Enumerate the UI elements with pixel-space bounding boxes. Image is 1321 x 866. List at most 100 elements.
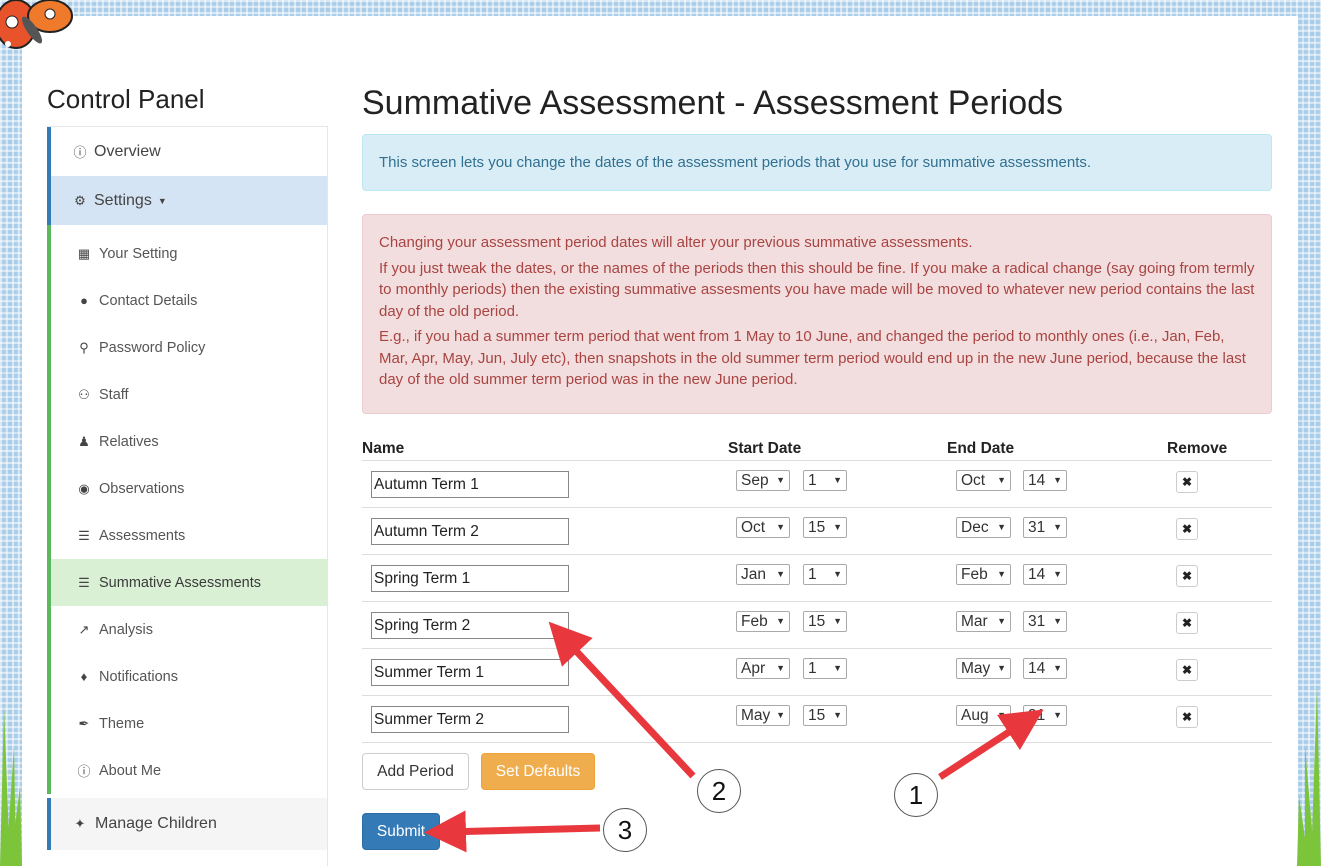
list-icon: ☰	[78, 574, 90, 590]
caret-down-icon: ▼	[776, 663, 785, 673]
sidebar-item-label: Summative Assessments	[99, 574, 261, 591]
close-icon: ✖	[1181, 663, 1193, 677]
submit-button[interactable]: Submit	[362, 813, 440, 850]
chart-icon: ↗	[78, 621, 90, 637]
start-day-select[interactable]: 15 ▼	[803, 705, 847, 726]
start-month-select[interactable]: Sep ▼	[736, 470, 790, 491]
end-month-select[interactable]: Aug ▼	[956, 705, 1011, 726]
caret-down-icon: ▼	[1053, 710, 1062, 720]
select-value: 1	[808, 472, 817, 489]
select-value: Oct	[741, 519, 766, 536]
caret-down-icon: ▼	[157, 195, 167, 206]
end-month-select[interactable]: Mar ▼	[956, 611, 1011, 632]
caret-down-icon: ▼	[833, 522, 842, 532]
start-day-select[interactable]: 1 ▼	[803, 470, 847, 491]
caret-down-icon: ▼	[776, 522, 785, 532]
butterfly-logo-icon	[0, 0, 73, 49]
table-row: Sep▼ 1▼ Oct▼ 14▼ ✖	[362, 461, 1272, 508]
sidebar-item-summative-assessments[interactable]: ☰ Summative Assessments	[47, 559, 327, 606]
start-month-select[interactable]: Jan ▼	[736, 564, 790, 585]
caret-down-icon: ▼	[776, 710, 785, 720]
end-day-select[interactable]: 14 ▼	[1023, 658, 1067, 679]
caret-down-icon: ▼	[833, 475, 842, 485]
period-name-input[interactable]	[371, 518, 569, 545]
start-day-select[interactable]: 1 ▼	[803, 564, 847, 585]
end-day-select[interactable]: 31 ▼	[1023, 705, 1067, 726]
table-row: Feb ▼ 15 ▼ Mar ▼ 31 ▼ ✖	[362, 602, 1272, 649]
sidebar-item-password-policy[interactable]: ⚲ Password Policy	[47, 324, 327, 371]
caret-down-icon: ▼	[1053, 663, 1062, 673]
sidebar-item-staff[interactable]: ⚇ Staff	[47, 371, 327, 418]
remove-period-button[interactable]: ✖	[1176, 518, 1198, 540]
sidebar-item-label: Notifications	[99, 668, 178, 685]
callout-1: 1	[894, 773, 938, 817]
sidebar-item-label: Assessments	[99, 527, 186, 544]
sidebar-item-assessments[interactable]: ☰ Assessments	[47, 512, 327, 559]
end-day-select[interactable]: 14 ▼	[1023, 470, 1067, 491]
add-period-button[interactable]: Add Period	[362, 753, 469, 790]
close-icon: ✖	[1181, 569, 1193, 583]
start-month-select[interactable]: Oct ▼	[736, 517, 790, 538]
select-value: Dec	[961, 519, 989, 536]
sidebar-item-contact-details[interactable]: ● Contact Details	[47, 277, 327, 324]
sidebar-item-manage-children[interactable]: ✦ Manage Children	[47, 798, 327, 850]
end-month-select[interactable]: Oct ▼	[956, 470, 1011, 491]
select-value: May	[961, 660, 991, 677]
comment-icon: ●	[80, 293, 88, 308]
sidebar-item-label: Contact Details	[99, 292, 198, 309]
sidebar-item-your-setting[interactable]: ▦ Your Setting	[47, 230, 327, 277]
select-value: 1	[808, 660, 817, 677]
caret-down-icon: ▼	[833, 663, 842, 673]
brush-icon: ✒	[78, 715, 90, 731]
sidebar-item-overview[interactable]: ⓘ Overview	[47, 127, 327, 176]
select-value: 15	[808, 613, 826, 630]
select-value: Aug	[961, 707, 989, 724]
start-month-select[interactable]: May ▼	[736, 705, 790, 726]
header-remove: Remove	[1167, 440, 1228, 457]
end-day-select[interactable]: 31 ▼	[1023, 611, 1067, 632]
select-value: 31	[1028, 707, 1046, 724]
header-start-date: Start Date	[728, 440, 802, 457]
remove-period-button[interactable]: ✖	[1176, 612, 1198, 634]
remove-period-button[interactable]: ✖	[1176, 565, 1198, 587]
set-defaults-button[interactable]: Set Defaults	[481, 753, 595, 790]
info-circle-icon: ⓘ	[73, 145, 87, 160]
caret-down-icon: ▼	[997, 522, 1006, 532]
caret-down-icon: ▼	[833, 616, 842, 626]
period-name-input[interactable]	[371, 659, 569, 686]
sidebar-item-analysis[interactable]: ↗ Analysis	[47, 606, 327, 653]
period-name-input[interactable]	[371, 706, 569, 733]
remove-period-button[interactable]: ✖	[1176, 706, 1198, 728]
period-name-input[interactable]	[371, 471, 569, 498]
start-day-select[interactable]: 15 ▼	[803, 517, 847, 538]
start-month-select[interactable]: Apr ▼	[736, 658, 790, 679]
sidebar-item-label: Your Setting	[99, 245, 178, 262]
sidebar-item-label: Relatives	[99, 433, 159, 450]
sidebar-item-relatives[interactable]: ♟ Relatives	[47, 418, 327, 465]
caret-down-icon: ▼	[1053, 569, 1062, 579]
end-month-select[interactable]: May ▼	[956, 658, 1011, 679]
remove-period-button[interactable]: ✖	[1176, 659, 1198, 681]
caret-down-icon: ▼	[997, 616, 1006, 626]
sidebar-item-theme[interactable]: ✒ Theme	[47, 700, 327, 747]
sidebar-item-settings[interactable]: ⚙ Settings ▼	[47, 176, 327, 225]
end-month-select[interactable]: Dec ▼	[956, 517, 1011, 538]
period-name-input[interactable]	[371, 565, 569, 592]
end-day-select[interactable]: 31 ▼	[1023, 517, 1067, 538]
sidebar-item-observations[interactable]: ◉ Observations	[47, 465, 327, 512]
start-month-select[interactable]: Feb ▼	[736, 611, 790, 632]
end-month-select[interactable]: Feb ▼	[956, 564, 1011, 585]
start-day-select[interactable]: 1 ▼	[803, 658, 847, 679]
list-icon: ☰	[78, 527, 90, 543]
child-icon: ✦	[74, 816, 86, 831]
select-value: Jan	[741, 566, 766, 583]
select-value: Apr	[741, 660, 766, 677]
start-day-select[interactable]: 15 ▼	[803, 611, 847, 632]
sidebar-item-notifications[interactable]: ♦ Notifications	[47, 653, 327, 700]
end-day-select[interactable]: 14 ▼	[1023, 564, 1067, 585]
period-name-input[interactable]	[371, 612, 569, 639]
sidebar-item-about-me[interactable]: ⓘ About Me	[47, 747, 327, 794]
remove-period-button[interactable]: ✖	[1176, 471, 1198, 493]
select-value: 31	[1028, 613, 1046, 630]
select-value: Mar	[961, 613, 988, 630]
